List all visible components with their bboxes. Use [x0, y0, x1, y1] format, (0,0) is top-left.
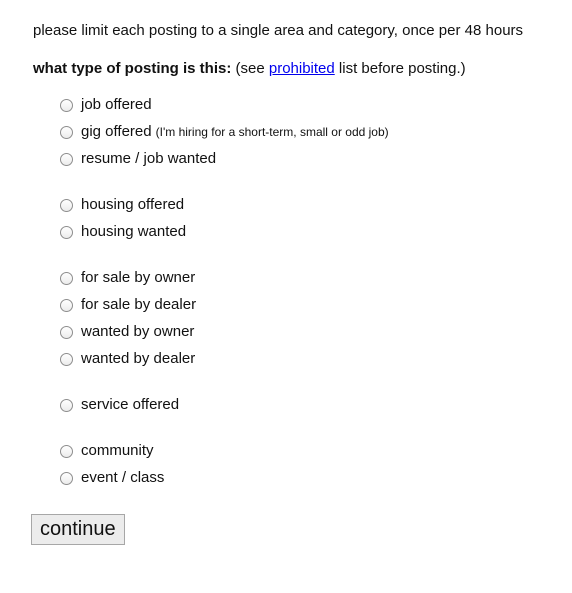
option-label: job offered: [81, 96, 152, 113]
option-label: wanted by dealer: [81, 350, 196, 367]
radio-button[interactable]: [60, 98, 73, 112]
option-housing-offered[interactable]: housing offered: [60, 195, 184, 215]
radio-button[interactable]: [60, 198, 73, 212]
option-label: community: [81, 442, 154, 459]
radio-button[interactable]: [60, 298, 73, 312]
radio-button[interactable]: [60, 352, 73, 366]
radio-button[interactable]: [60, 271, 73, 285]
option-note: (I'm hiring for a short-term, small or o…: [155, 125, 389, 139]
option-label: service offered: [81, 396, 180, 413]
radio-button[interactable]: [60, 325, 73, 339]
question-label: what type of posting is this:: [33, 60, 232, 77]
option-housing-wanted[interactable]: housing wanted: [60, 222, 186, 242]
option-label: housing offered: [81, 196, 185, 213]
radio-button[interactable]: [60, 444, 73, 458]
option-for-sale-by-dealer[interactable]: for sale by dealer: [60, 295, 196, 315]
posting-type-question: what type of posting is this: (see prohi…: [33, 59, 466, 79]
radio-button[interactable]: [60, 225, 73, 239]
posting-limit-notice: please limit each posting to a single ar…: [33, 22, 524, 39]
radio-button[interactable]: [60, 398, 73, 412]
option-label: for sale by owner: [81, 269, 196, 286]
option-for-sale-by-owner[interactable]: for sale by owner: [60, 268, 195, 288]
option-service-offered[interactable]: service offered: [60, 395, 179, 415]
option-community[interactable]: community: [60, 441, 154, 461]
prohibited-link[interactable]: prohibited: [269, 60, 335, 77]
radio-button[interactable]: [60, 152, 73, 166]
option-event-class[interactable]: event / class: [60, 468, 164, 488]
option-label: for sale by dealer: [81, 296, 197, 313]
option-label: resume / job wanted: [81, 150, 217, 167]
option-wanted-by-dealer[interactable]: wanted by dealer: [60, 349, 195, 369]
option-label: housing wanted: [81, 223, 187, 240]
option-wanted-by-owner[interactable]: wanted by owner: [60, 322, 194, 342]
option-gig-offered[interactable]: gig offered (I'm hiring for a short-term…: [60, 122, 389, 142]
option-label: wanted by owner: [81, 323, 195, 340]
continue-button[interactable]: continue: [31, 514, 125, 545]
question-prefix: (see: [231, 60, 269, 77]
option-resume-job-wanted[interactable]: resume / job wanted: [60, 149, 216, 169]
option-label: gig offered: [81, 123, 152, 140]
option-label: event / class: [81, 469, 165, 486]
radio-button[interactable]: [60, 471, 73, 485]
posting-type-form: please limit each posting to a single ar…: [0, 0, 572, 593]
radio-button[interactable]: [60, 125, 73, 139]
option-job-offered[interactable]: job offered: [60, 95, 152, 115]
question-suffix: list before posting.): [334, 60, 466, 77]
